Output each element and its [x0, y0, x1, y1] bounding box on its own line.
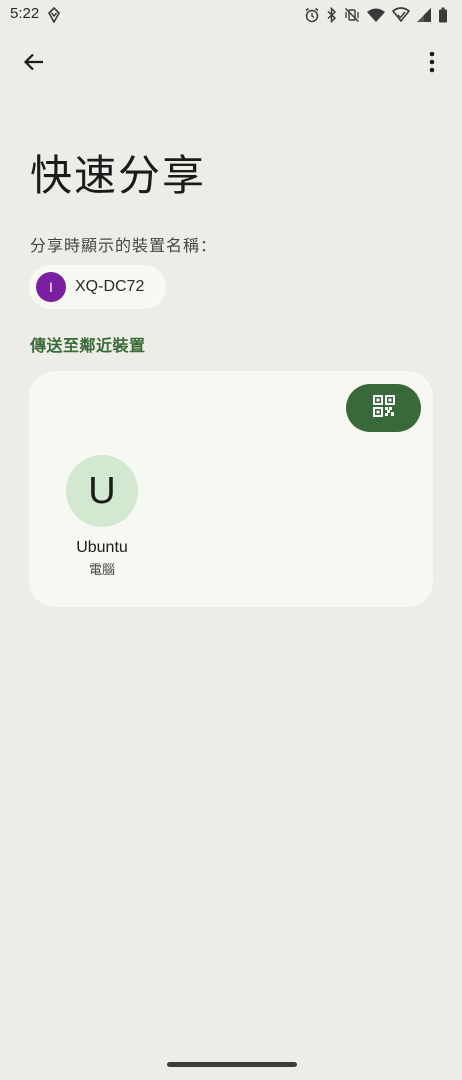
status-bar: 5:22 [0, 0, 462, 30]
back-button[interactable] [14, 44, 54, 84]
more-vert-icon [429, 51, 435, 77]
device-name-value: XQ-DC72 [75, 278, 145, 295]
battery-icon [438, 7, 448, 23]
qr-code-button[interactable] [346, 384, 421, 432]
alarm-icon [304, 7, 320, 23]
device-name-chip[interactable]: I XQ-DC72 [29, 265, 166, 309]
qr-code-icon [372, 395, 395, 421]
gesture-navigation-bar[interactable] [167, 1062, 297, 1067]
status-time: 5:22 [10, 5, 40, 22]
device-name-label: 分享時顯示的裝置名稱： [30, 236, 218, 255]
avatar: I [36, 272, 66, 302]
more-options-button[interactable] [416, 44, 448, 84]
device-name: Ubuntu [76, 539, 128, 556]
wifi-icon [366, 7, 386, 23]
nearby-device-ubuntu[interactable]: U Ubuntu 電腦 [57, 455, 147, 578]
section-header-nearby: 傳送至鄰近裝置 [30, 336, 146, 355]
app-notification-icon [46, 6, 62, 24]
wifi-calling-icon [392, 7, 410, 23]
status-icons [304, 6, 448, 24]
cell-signal-icon [416, 7, 432, 23]
device-type: 電腦 [88, 563, 115, 578]
arrow-back-icon [23, 51, 45, 77]
page-title: 快速分享 [30, 151, 207, 200]
app-bar [0, 40, 462, 88]
bluetooth-icon [326, 7, 338, 23]
vibrate-off-icon [344, 7, 360, 23]
avatar: U [66, 455, 138, 527]
nearby-devices-card: U Ubuntu 電腦 [29, 371, 433, 607]
